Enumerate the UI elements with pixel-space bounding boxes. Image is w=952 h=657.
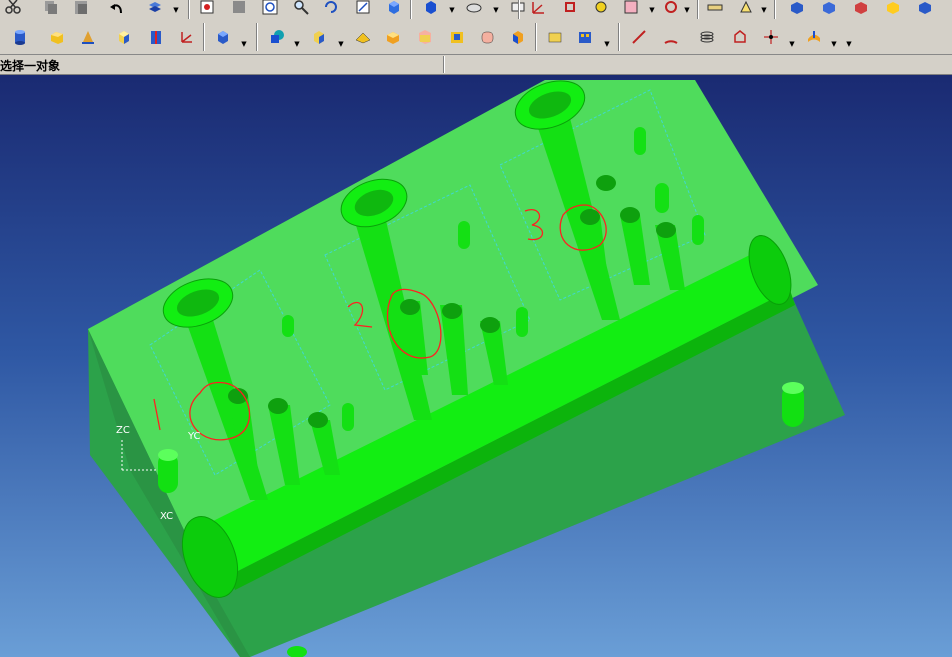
solid-icon[interactable] — [212, 26, 234, 48]
cone-icon[interactable] — [77, 26, 99, 48]
extrude-icon[interactable] — [308, 26, 330, 48]
yc-axis-label: YC — [188, 431, 201, 442]
surface-icon[interactable] — [803, 26, 825, 48]
view-iso-5-icon[interactable] — [914, 0, 936, 18]
offset-icon[interactable] — [507, 26, 529, 48]
status-divider — [443, 56, 445, 73]
toolbar-separator — [697, 0, 699, 19]
unite-icon[interactable] — [266, 26, 288, 48]
zoom-fit-icon[interactable] — [259, 0, 281, 18]
unite-dropdown[interactable]: ▼ — [293, 34, 301, 54]
select-icon[interactable] — [559, 0, 581, 18]
layer-icon[interactable] — [144, 0, 166, 18]
measure-icon[interactable] — [590, 0, 612, 18]
datum-csys-icon[interactable] — [175, 26, 197, 48]
view-front-icon[interactable] — [704, 0, 726, 18]
view-iso-icon[interactable] — [786, 0, 808, 18]
toolbar-row-1: ▼ ▼ ▼ ▼ ▼ ▼ — [0, 0, 952, 19]
display-icon[interactable] — [420, 0, 442, 18]
xc-axis-label: XC — [160, 511, 174, 522]
chamfer-icon[interactable] — [414, 26, 436, 48]
analysis-dropdown[interactable]: ▼ — [648, 0, 656, 19]
view-iso-2-icon[interactable] — [818, 0, 840, 18]
pattern-icon[interactable] — [574, 26, 596, 48]
view-right-icon[interactable] — [735, 0, 757, 18]
toolbar-separator — [774, 0, 776, 19]
toolbar-separator — [256, 23, 258, 51]
blend-icon[interactable] — [382, 26, 404, 48]
zoom-icon[interactable] — [290, 0, 312, 18]
toolbar-separator — [188, 0, 190, 19]
view-right-dropdown[interactable]: ▼ — [760, 0, 768, 19]
toolbar-separator — [203, 23, 205, 51]
snap-icon[interactable] — [196, 0, 218, 18]
cue-line-prompt: 选择一对象 — [0, 59, 61, 73]
graphics-viewport[interactable]: ZC YC XC — [0, 75, 952, 657]
pattern-dropdown[interactable]: ▼ — [603, 34, 611, 54]
scissors-icon[interactable] — [2, 0, 24, 18]
shell-icon[interactable] — [446, 26, 468, 48]
toolbar-separator — [535, 23, 537, 51]
wcs-dropdown[interactable]: ▼ — [492, 0, 500, 19]
hole-icon[interactable] — [145, 26, 167, 48]
point-icon[interactable] — [760, 26, 782, 48]
layer-dropdown[interactable]: ▼ — [172, 0, 180, 19]
face-icon[interactable] — [476, 26, 498, 48]
rotate-view-icon[interactable] — [320, 0, 342, 18]
surface-dropdown[interactable]: ▼ — [830, 34, 838, 54]
arc-icon[interactable] — [660, 26, 682, 48]
display-dropdown[interactable]: ▼ — [448, 0, 456, 19]
toolbar-row-2: ▼ ▼ ▼ ▼ ▼ ▼ ▼ — [0, 19, 952, 55]
undo-icon[interactable] — [106, 0, 128, 18]
view-dropdown[interactable]: ▼ — [683, 0, 691, 19]
transform-icon[interactable] — [527, 0, 549, 18]
shaded-view-icon[interactable] — [383, 0, 405, 18]
grid-icon[interactable] — [228, 0, 250, 18]
status-bar: 选择一对象 — [0, 55, 952, 75]
model-canvas[interactable] — [0, 75, 952, 657]
point-dropdown[interactable]: ▼ — [788, 34, 796, 54]
view-iso-4-icon[interactable] — [882, 0, 904, 18]
toolbar-overflow[interactable]: ▼ — [845, 34, 853, 54]
revolve-icon[interactable] — [352, 26, 374, 48]
block-feature-icon[interactable] — [46, 26, 68, 48]
cylinder-feature-icon[interactable] — [9, 26, 31, 48]
zc-axis-label: ZC — [116, 425, 130, 436]
toolbar-separator — [410, 0, 412, 19]
view-iso-3-icon[interactable] — [850, 0, 872, 18]
toolbar-separator — [518, 0, 520, 19]
sheet-icon[interactable] — [544, 26, 566, 48]
paste-icon[interactable] — [70, 0, 92, 18]
copy-icon[interactable] — [40, 0, 62, 18]
view-top-icon[interactable] — [660, 0, 682, 18]
solid-dropdown[interactable]: ▼ — [240, 34, 248, 54]
helix-icon[interactable] — [696, 26, 718, 48]
analysis-icon[interactable] — [620, 0, 642, 18]
fit-view-icon[interactable] — [352, 0, 374, 18]
curve-icon[interactable] — [729, 26, 751, 48]
toolbar-separator — [618, 23, 620, 51]
wcs-icon[interactable] — [463, 0, 485, 18]
extrude-dropdown[interactable]: ▼ — [337, 34, 345, 54]
line-icon[interactable] — [628, 26, 650, 48]
box-icon[interactable] — [113, 26, 135, 48]
